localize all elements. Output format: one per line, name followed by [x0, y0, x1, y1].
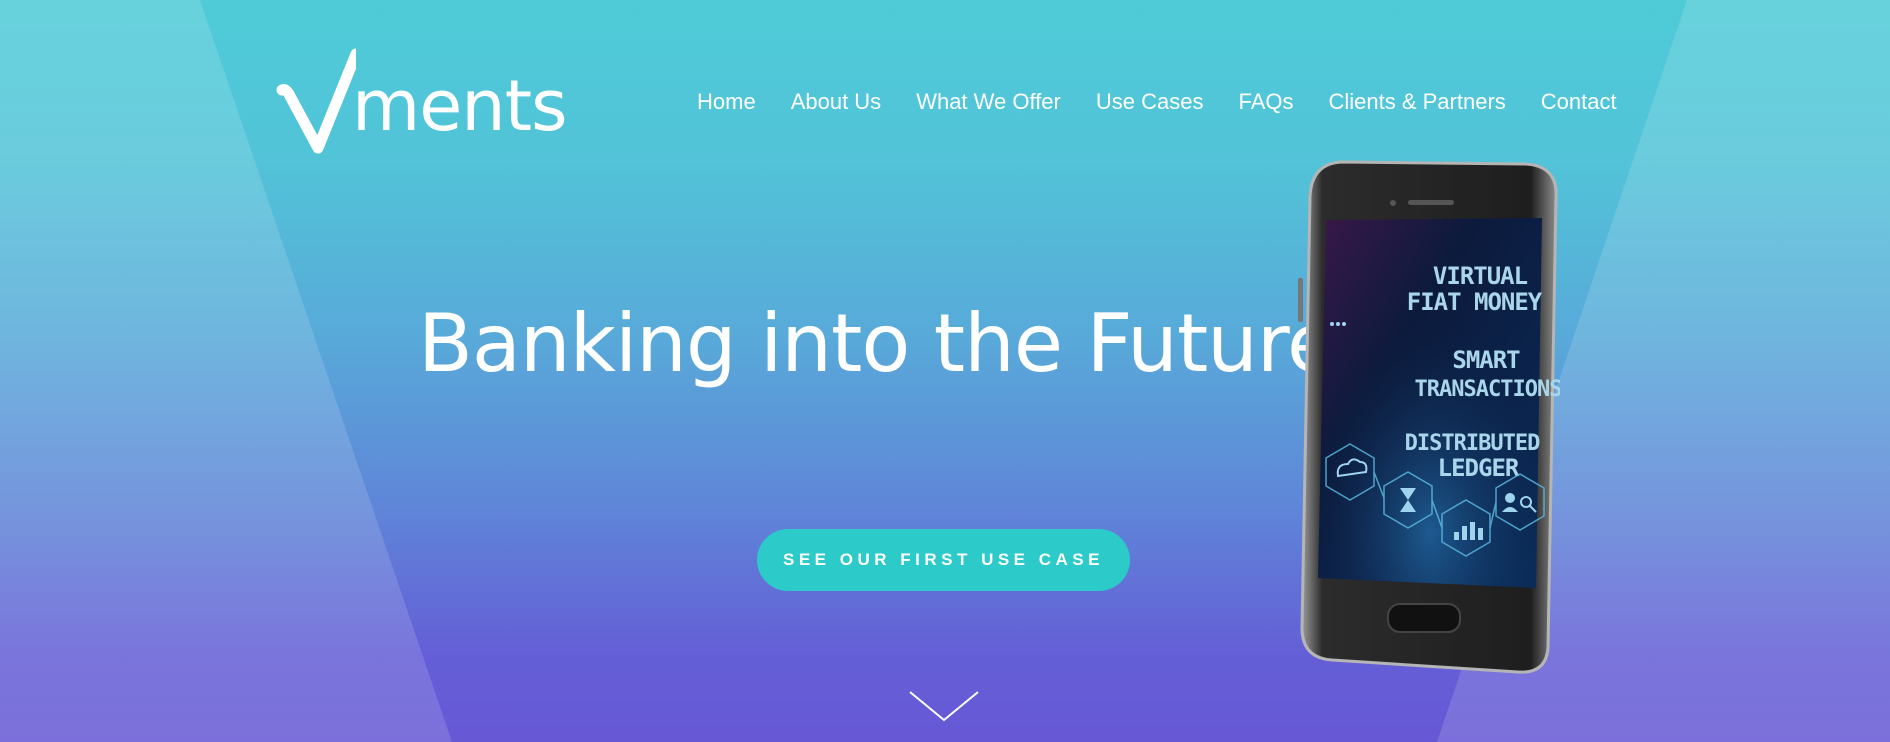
screen-line-fiat-money: FIAT MONEY [1407, 288, 1543, 316]
logo-text: ments [352, 65, 568, 147]
screen-line-ledger: LEDGER [1438, 454, 1520, 482]
nav-item-home[interactable]: Home [697, 88, 756, 116]
hero-headline: Banking into the Future [418, 297, 1336, 390]
screen-line-transactions: TRANSACTIONS [1415, 377, 1560, 402]
nav-item-faqs[interactable]: FAQs [1238, 88, 1293, 116]
nav-item-clients-partners[interactable]: Clients & Partners [1328, 88, 1505, 116]
brand-logo[interactable]: ments [276, 48, 568, 158]
nav-item-about-us[interactable]: About Us [791, 88, 882, 116]
check-mark-icon [276, 48, 356, 154]
nav-item-use-cases[interactable]: Use Cases [1096, 88, 1204, 116]
chevron-down-icon[interactable] [908, 690, 980, 724]
main-nav: Home About Us What We Offer Use Cases FA… [697, 88, 1617, 116]
phone-mockup: VIRTUAL FIAT MONEY SMART TRANSACTIONS DI… [1298, 160, 1560, 674]
see-first-use-case-button[interactable]: SEE OUR FIRST USE CASE [757, 529, 1130, 591]
screen-line-virtual: VIRTUAL [1433, 262, 1528, 290]
screen-line-smart: SMART [1452, 346, 1520, 374]
nav-item-contact[interactable]: Contact [1541, 88, 1617, 116]
screen-line-distributed: DISTRIBUTED [1405, 431, 1540, 456]
hero-section: ments Home About Us What We Offer Use Ca… [0, 0, 1890, 742]
nav-item-what-we-offer[interactable]: What We Offer [916, 88, 1061, 116]
